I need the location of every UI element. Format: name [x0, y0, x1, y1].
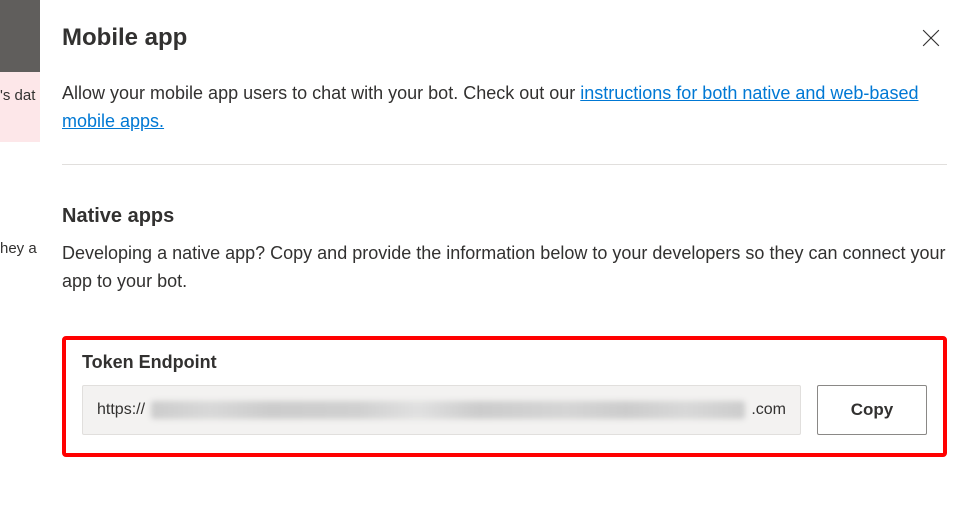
- token-endpoint-label: Token Endpoint: [82, 352, 927, 373]
- token-prefix: https://: [97, 401, 145, 419]
- close-icon: [922, 29, 940, 47]
- bg-top-bar: [0, 0, 40, 72]
- token-endpoint-block: Token Endpoint https:// .com Copy: [62, 336, 947, 457]
- bg-pink-banner: [0, 72, 40, 142]
- mobile-app-panel: Mobile app Allow your mobile app users t…: [40, 0, 979, 522]
- token-row: https:// .com Copy: [82, 385, 927, 435]
- copy-button[interactable]: Copy: [817, 385, 927, 435]
- panel-header: Mobile app: [62, 22, 947, 54]
- native-apps-title: Native apps: [62, 205, 947, 228]
- panel-title: Mobile app: [62, 24, 187, 52]
- divider: [62, 164, 947, 165]
- intro-prefix: Allow your mobile app users to chat with…: [62, 83, 580, 103]
- token-redacted: [151, 401, 745, 419]
- bg-text-fragment-1: 's dat: [0, 87, 35, 104]
- background-obscured: 's dat hey a: [0, 0, 40, 522]
- close-button[interactable]: [915, 22, 947, 54]
- token-suffix: .com: [751, 401, 786, 419]
- intro-text: Allow your mobile app users to chat with…: [62, 80, 947, 136]
- native-apps-desc: Developing a native app? Copy and provid…: [62, 240, 947, 296]
- bg-text-fragment-2: hey a: [0, 240, 37, 257]
- token-endpoint-field[interactable]: https:// .com: [82, 385, 801, 435]
